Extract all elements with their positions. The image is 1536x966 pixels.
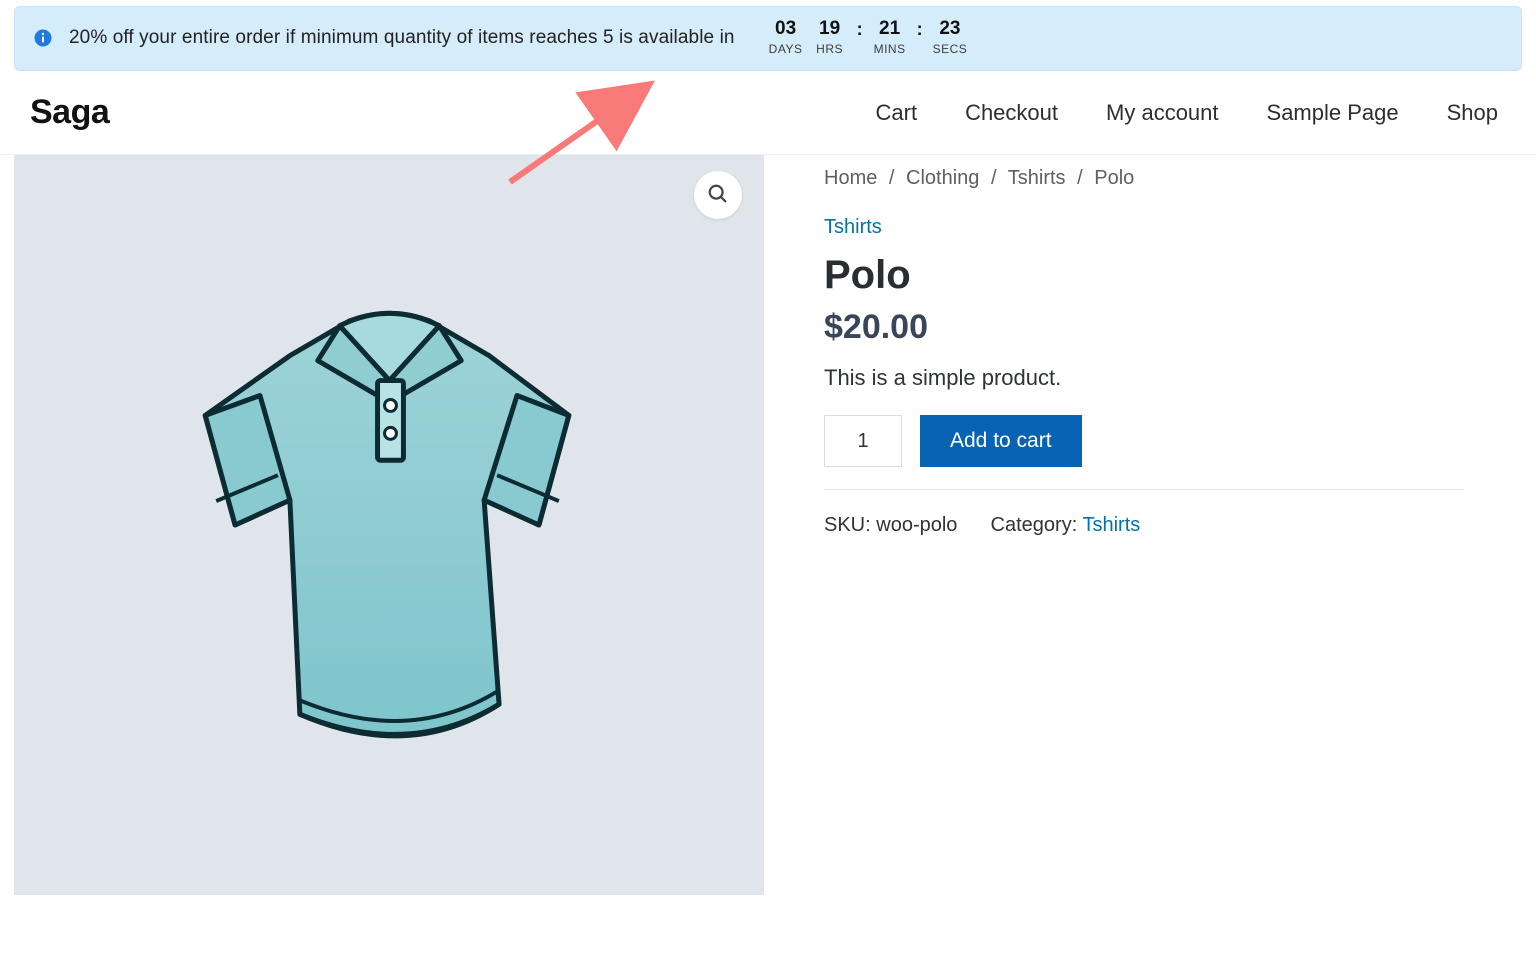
countdown-days-label: DAYS	[769, 42, 803, 56]
countdown-hours-value: 19	[819, 19, 840, 38]
product-main: Home / Clothing / Tshirts / Polo Tshirts…	[0, 155, 1536, 895]
product-image[interactable]	[127, 266, 652, 784]
nav-sample[interactable]: Sample Page	[1267, 100, 1399, 126]
promo-countdown: 03 DAYS 19 HRS : 21 MINS : 23 SECS	[769, 19, 968, 56]
category-label: Category:	[991, 514, 1078, 536]
product-category: Tshirts	[824, 216, 1536, 239]
quantity-input[interactable]	[824, 415, 902, 467]
breadcrumb-sep-icon: /	[991, 167, 997, 189]
countdown-secs-value: 23	[939, 19, 960, 38]
breadcrumb-sep-icon: /	[889, 167, 895, 189]
breadcrumb-home[interactable]: Home	[824, 167, 877, 189]
sku-label: SKU:	[824, 514, 871, 536]
nav-checkout[interactable]: Checkout	[965, 100, 1058, 126]
add-to-cart-form: Add to cart	[824, 415, 1536, 467]
product-short-description: This is a simple product.	[824, 365, 1536, 391]
product-details: Home / Clothing / Tshirts / Polo Tshirts…	[824, 155, 1536, 537]
breadcrumb-tshirts[interactable]: Tshirts	[1008, 167, 1066, 189]
product-price: $20.00	[824, 308, 1536, 347]
nav-cart[interactable]: Cart	[876, 100, 918, 126]
product-meta: SKU: woo-polo Category: Tshirts	[824, 514, 1536, 537]
add-to-cart-button[interactable]: Add to cart	[920, 415, 1082, 467]
site-brand[interactable]: Saga	[30, 93, 109, 132]
zoom-button[interactable]	[694, 171, 742, 219]
countdown-mins-value: 21	[879, 19, 900, 38]
countdown-days-value: 03	[775, 19, 796, 38]
countdown-hours: 19 HRS	[813, 19, 847, 56]
category-link[interactable]: Tshirts	[1082, 514, 1140, 536]
product-gallery	[14, 155, 764, 895]
countdown-sep-icon: :	[857, 19, 863, 38]
info-icon	[33, 28, 53, 48]
countdown-days: 03 DAYS	[769, 19, 803, 56]
countdown-secs-label: SECS	[933, 42, 968, 56]
magnifier-icon	[707, 183, 729, 208]
nav-account[interactable]: My account	[1106, 100, 1219, 126]
nav-shop[interactable]: Shop	[1447, 100, 1498, 126]
promo-banner: 20% off your entire order if minimum qua…	[14, 6, 1522, 71]
breadcrumb-clothing[interactable]: Clothing	[906, 167, 979, 189]
site-header: Saga Cart Checkout My account Sample Pag…	[0, 71, 1536, 155]
countdown-sep-icon: :	[917, 19, 923, 38]
countdown-secs: 23 SECS	[933, 19, 968, 56]
primary-nav: Cart Checkout My account Sample Page Sho…	[876, 100, 1499, 126]
promo-message: 20% off your entire order if minimum qua…	[69, 27, 735, 49]
product-category-link[interactable]: Tshirts	[824, 216, 882, 238]
breadcrumb-current: Polo	[1094, 167, 1134, 189]
countdown-mins: 21 MINS	[873, 19, 907, 56]
sku-value: woo-polo	[876, 514, 957, 536]
breadcrumb-sep-icon: /	[1077, 167, 1083, 189]
meta-divider	[824, 489, 1464, 490]
product-title: Polo	[824, 253, 1536, 298]
breadcrumb: Home / Clothing / Tshirts / Polo	[824, 167, 1536, 190]
countdown-hours-label: HRS	[816, 42, 843, 56]
countdown-mins-label: MINS	[874, 42, 906, 56]
